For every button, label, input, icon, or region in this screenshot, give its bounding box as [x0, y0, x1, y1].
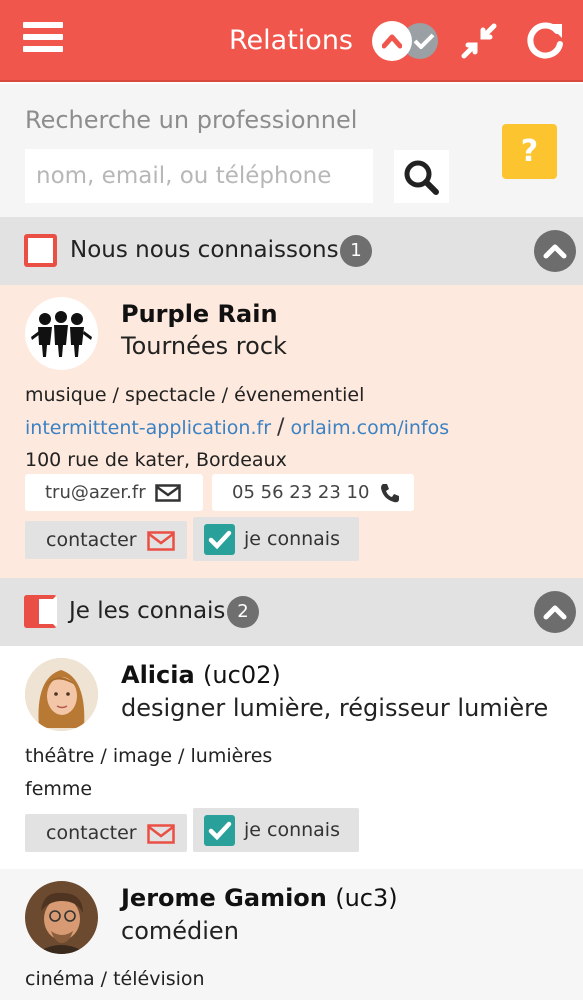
search-label: Recherche un professionnel	[25, 106, 358, 134]
collapse-button[interactable]	[534, 230, 576, 272]
phone-pill[interactable]: 05 56 23 23 10	[212, 474, 414, 511]
known-button[interactable]: je connais	[193, 517, 359, 561]
hamburger-icon[interactable]	[23, 22, 65, 58]
compress-icon[interactable]	[460, 22, 498, 60]
contact-name: Alicia (uc02)	[121, 661, 281, 689]
website-link[interactable]: intermittent-application.fr	[25, 417, 271, 439]
chevron-up-icon	[543, 244, 567, 259]
chevron-up-icon	[543, 605, 567, 620]
contact-tags: cinéma / télévision	[25, 968, 205, 990]
contact-address: 100 rue de kater, Bordeaux	[25, 449, 287, 471]
contact-card[interactable]: Jerome Gamion (uc3) comédien cinéma / té…	[0, 869, 583, 1000]
check-icon	[204, 815, 235, 846]
known-button[interactable]: je connais	[193, 808, 359, 852]
section-checkbox[interactable]	[24, 595, 57, 628]
count-badge: 1	[340, 235, 372, 267]
contact-tags: musique / spectacle / évenementiel	[25, 384, 365, 406]
phone-icon	[381, 484, 400, 503]
contact-tags: théâtre / image / lumières	[25, 745, 273, 767]
search-button[interactable]	[394, 150, 449, 203]
link-separator: /	[277, 415, 285, 440]
section-header-mutual: Nous nous connaissons 1	[0, 217, 583, 285]
contact-links: intermittent-application.fr / orlaim.com/i…	[25, 415, 449, 440]
help-button[interactable]: ?	[502, 124, 557, 179]
contact-title: Tournées rock	[121, 332, 287, 360]
email-pill[interactable]: tru@azer.fr	[25, 474, 203, 511]
section-title: Je les connais	[69, 598, 226, 624]
count-badge: 2	[227, 596, 259, 628]
contact-button[interactable]: contacter	[25, 814, 187, 852]
contact-name: Jerome Gamion (uc3)	[121, 884, 398, 912]
top-bar: Relations	[0, 0, 583, 82]
envelope-icon	[155, 484, 182, 502]
contact-card[interactable]: Purple Rain Tournées rock musique / spec…	[0, 285, 583, 578]
info-link[interactable]: orlaim.com/infos	[290, 417, 449, 439]
contact-button[interactable]: contacter	[25, 521, 187, 559]
search-panel: Recherche un professionnel ?	[0, 84, 583, 217]
contact-name: Purple Rain	[121, 300, 278, 328]
contact-card[interactable]: Alicia (uc02) designer lumière, régisseu…	[0, 646, 583, 869]
contact-title: designer lumière, régisseur lumière	[121, 694, 549, 722]
toggle-icon[interactable]	[372, 21, 438, 61]
contact-email: tru@azer.fr	[45, 482, 146, 503]
contact-gender: femme	[25, 778, 93, 800]
search-input[interactable]	[25, 149, 373, 203]
search-icon	[404, 160, 439, 195]
section-header-known: Je les connais 2	[0, 578, 583, 646]
collapse-button[interactable]	[534, 591, 576, 633]
avatar	[25, 297, 98, 370]
refresh-icon[interactable]	[524, 20, 566, 62]
contact-phone: 05 56 23 23 10	[232, 482, 370, 503]
avatar	[25, 881, 98, 954]
avatar	[25, 658, 98, 731]
contact-title: comédien	[121, 917, 239, 945]
envelope-icon	[146, 530, 175, 551]
section-title: Nous nous connaissons	[70, 237, 339, 263]
page-title: Relations	[229, 25, 353, 56]
envelope-icon	[146, 823, 175, 844]
check-icon	[204, 524, 235, 555]
section-checkbox[interactable]	[24, 234, 57, 267]
